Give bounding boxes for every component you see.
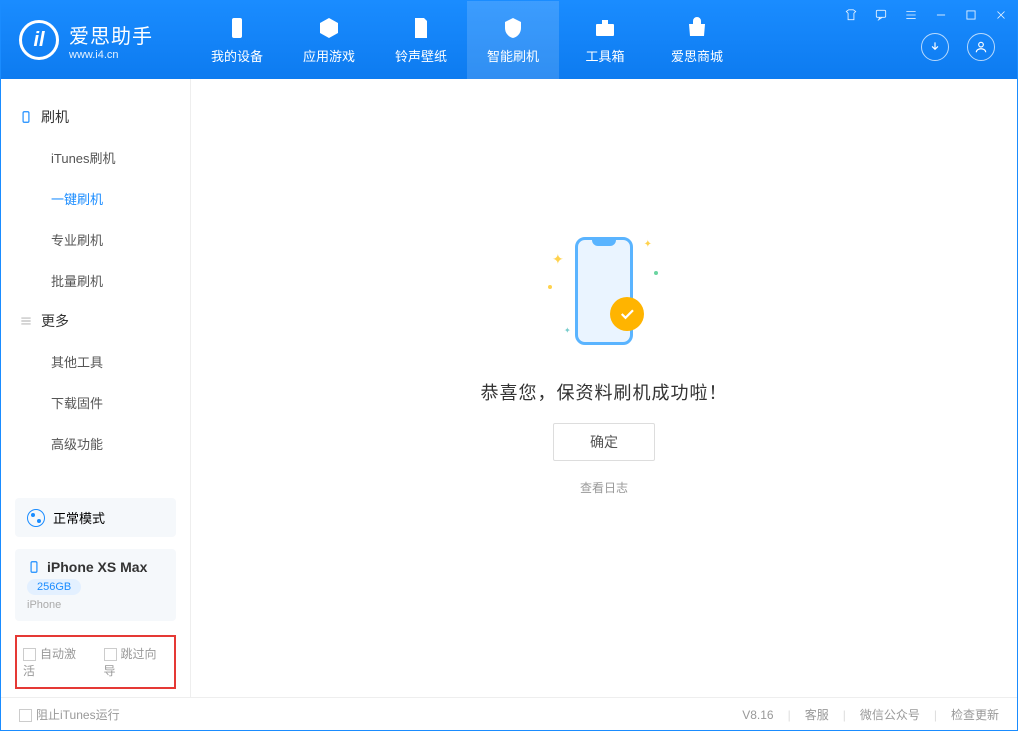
refresh-shield-icon xyxy=(501,16,525,40)
tab-label: 我的设备 xyxy=(211,46,263,65)
maximize-icon[interactable] xyxy=(963,7,979,23)
header-actions xyxy=(921,33,995,61)
sparkle-icon: ✦ xyxy=(564,326,571,335)
tab-flash[interactable]: 智能刷机 xyxy=(467,1,559,79)
view-log-link[interactable]: 查看日志 xyxy=(580,479,628,496)
sidebar-item-advanced[interactable]: 高级功能 xyxy=(1,423,190,464)
sidebar: 刷机 iTunes刷机 一键刷机 专业刷机 批量刷机 更多 其他工具 下载固件 … xyxy=(1,79,191,697)
device-card[interactable]: iPhone XS Max 256GB iPhone xyxy=(15,549,176,621)
tshirt-icon[interactable] xyxy=(843,7,859,23)
main-tabs: 我的设备 应用游戏 铃声壁纸 智能刷机 工具箱 爱思商城 xyxy=(191,1,743,79)
check-badge-icon xyxy=(610,297,644,331)
logo-icon: il xyxy=(19,20,59,60)
close-icon[interactable] xyxy=(993,7,1009,23)
sidebar-group-more: 更多 xyxy=(1,301,190,341)
mode-card[interactable]: 正常模式 xyxy=(15,498,176,537)
tab-label: 应用游戏 xyxy=(303,46,355,65)
tab-my-device[interactable]: 我的设备 xyxy=(191,1,283,79)
logo: il 爱思助手 www.i4.cn xyxy=(1,20,191,61)
header: il 爱思助手 www.i4.cn 我的设备 应用游戏 铃声壁纸 智能刷机 工具… xyxy=(1,1,1017,79)
dot-icon xyxy=(548,285,552,289)
dot-icon xyxy=(654,271,658,275)
success-illustration: ✦ ✦ ✦ xyxy=(534,221,674,361)
footer-link-support[interactable]: 客服 xyxy=(805,706,829,723)
success-message: 恭喜您，保资料刷机成功啦！ xyxy=(481,379,728,405)
tab-label: 爱思商城 xyxy=(671,46,723,65)
tab-ringtone-wallpaper[interactable]: 铃声壁纸 xyxy=(375,1,467,79)
minimize-icon[interactable] xyxy=(933,7,949,23)
sidebar-item-other-tools[interactable]: 其他工具 xyxy=(1,341,190,382)
flash-options-row: 自动激活 跳过向导 xyxy=(15,635,176,689)
sidebar-item-download-firmware[interactable]: 下载固件 xyxy=(1,382,190,423)
download-button[interactable] xyxy=(921,33,949,61)
tab-label: 工具箱 xyxy=(585,46,624,65)
app-title: 爱思助手 xyxy=(69,20,153,49)
sidebar-item-batch-flash[interactable]: 批量刷机 xyxy=(1,260,190,301)
version-label: V8.16 xyxy=(742,708,773,722)
user-button[interactable] xyxy=(967,33,995,61)
music-file-icon xyxy=(409,16,433,40)
mode-icon xyxy=(27,509,45,527)
cube-icon xyxy=(317,16,341,40)
app-subtitle: www.i4.cn xyxy=(69,49,153,61)
footer-link-update[interactable]: 检查更新 xyxy=(951,706,999,723)
tab-toolbox[interactable]: 工具箱 xyxy=(559,1,651,79)
sidebar-group-flash: 刷机 xyxy=(1,97,190,137)
tab-store[interactable]: 爱思商城 xyxy=(651,1,743,79)
storage-badge: 256GB xyxy=(27,579,81,595)
main-content: ✦ ✦ ✦ 恭喜您，保资料刷机成功啦！ 确定 查看日志 xyxy=(191,79,1017,697)
sidebar-item-itunes-flash[interactable]: iTunes刷机 xyxy=(1,137,190,178)
toolbox-icon xyxy=(593,16,617,40)
store-icon xyxy=(685,16,709,40)
sparkle-icon: ✦ xyxy=(552,251,564,268)
mode-label: 正常模式 xyxy=(53,508,105,527)
skip-guide-checkbox[interactable]: 跳过向导 xyxy=(104,645,169,679)
feedback-icon[interactable] xyxy=(873,7,889,23)
block-itunes-checkbox[interactable]: 阻止iTunes运行 xyxy=(19,706,120,723)
menu-icon[interactable] xyxy=(903,7,919,23)
tab-apps-games[interactable]: 应用游戏 xyxy=(283,1,375,79)
ok-button[interactable]: 确定 xyxy=(553,423,655,461)
sidebar-item-one-click-flash[interactable]: 一键刷机 xyxy=(1,178,190,219)
device-type: iPhone xyxy=(27,599,61,611)
window-controls xyxy=(843,7,1009,23)
sidebar-item-pro-flash[interactable]: 专业刷机 xyxy=(1,219,190,260)
auto-activate-checkbox[interactable]: 自动激活 xyxy=(23,645,88,679)
tab-label: 铃声壁纸 xyxy=(395,46,447,65)
phone-icon xyxy=(225,16,249,40)
footer: 阻止iTunes运行 V8.16 | 客服 | 微信公众号 | 检查更新 xyxy=(1,697,1017,731)
footer-link-wechat[interactable]: 微信公众号 xyxy=(860,706,920,723)
device-name: iPhone XS Max xyxy=(27,559,147,575)
sparkle-icon: ✦ xyxy=(644,239,652,250)
tab-label: 智能刷机 xyxy=(487,46,539,65)
